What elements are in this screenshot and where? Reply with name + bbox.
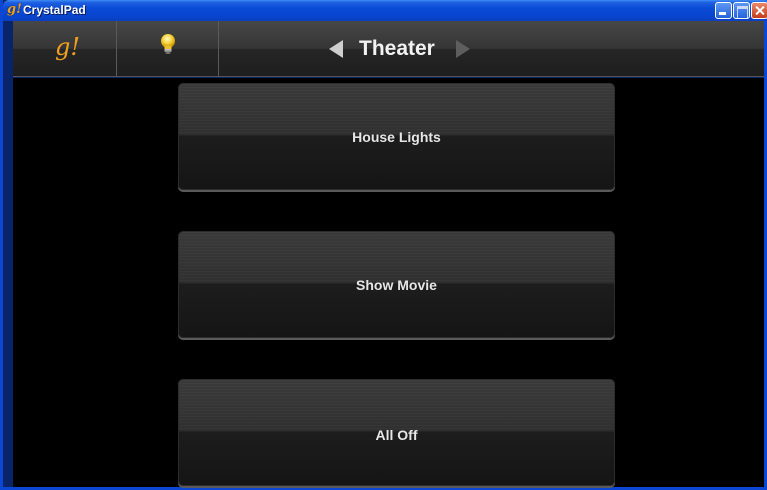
lightbulb-icon [161, 34, 175, 54]
show-movie-button[interactable]: Show Movie [178, 231, 615, 338]
maximize-button[interactable] [733, 2, 750, 19]
next-page-button[interactable] [456, 40, 470, 58]
scene-button-label: All Off [375, 427, 418, 443]
page-title: Theater [359, 37, 435, 60]
scene-button-label: Show Movie [356, 277, 437, 293]
lighting-button[interactable] [117, 21, 219, 77]
app-window: g! CrystalPad g! Theater House Lights Sh… [0, 0, 767, 490]
all-off-button[interactable]: All Off [178, 379, 615, 486]
previous-page-button[interactable] [329, 40, 343, 58]
app-toolbar: g! Theater [13, 21, 764, 77]
close-button[interactable] [751, 2, 767, 19]
scene-button-label: House Lights [352, 129, 441, 145]
title-bar[interactable]: g! CrystalPad [3, 0, 767, 21]
house-lights-button[interactable]: House Lights [178, 83, 615, 190]
app-logo-icon: g! [7, 2, 22, 17]
window-title: CrystalPad [23, 3, 86, 17]
home-button[interactable]: g! [13, 21, 117, 77]
logo-icon: g! [55, 33, 81, 61]
scene-panel: House Lights Show Movie All Off [13, 78, 764, 487]
minimize-button[interactable] [715, 2, 732, 19]
